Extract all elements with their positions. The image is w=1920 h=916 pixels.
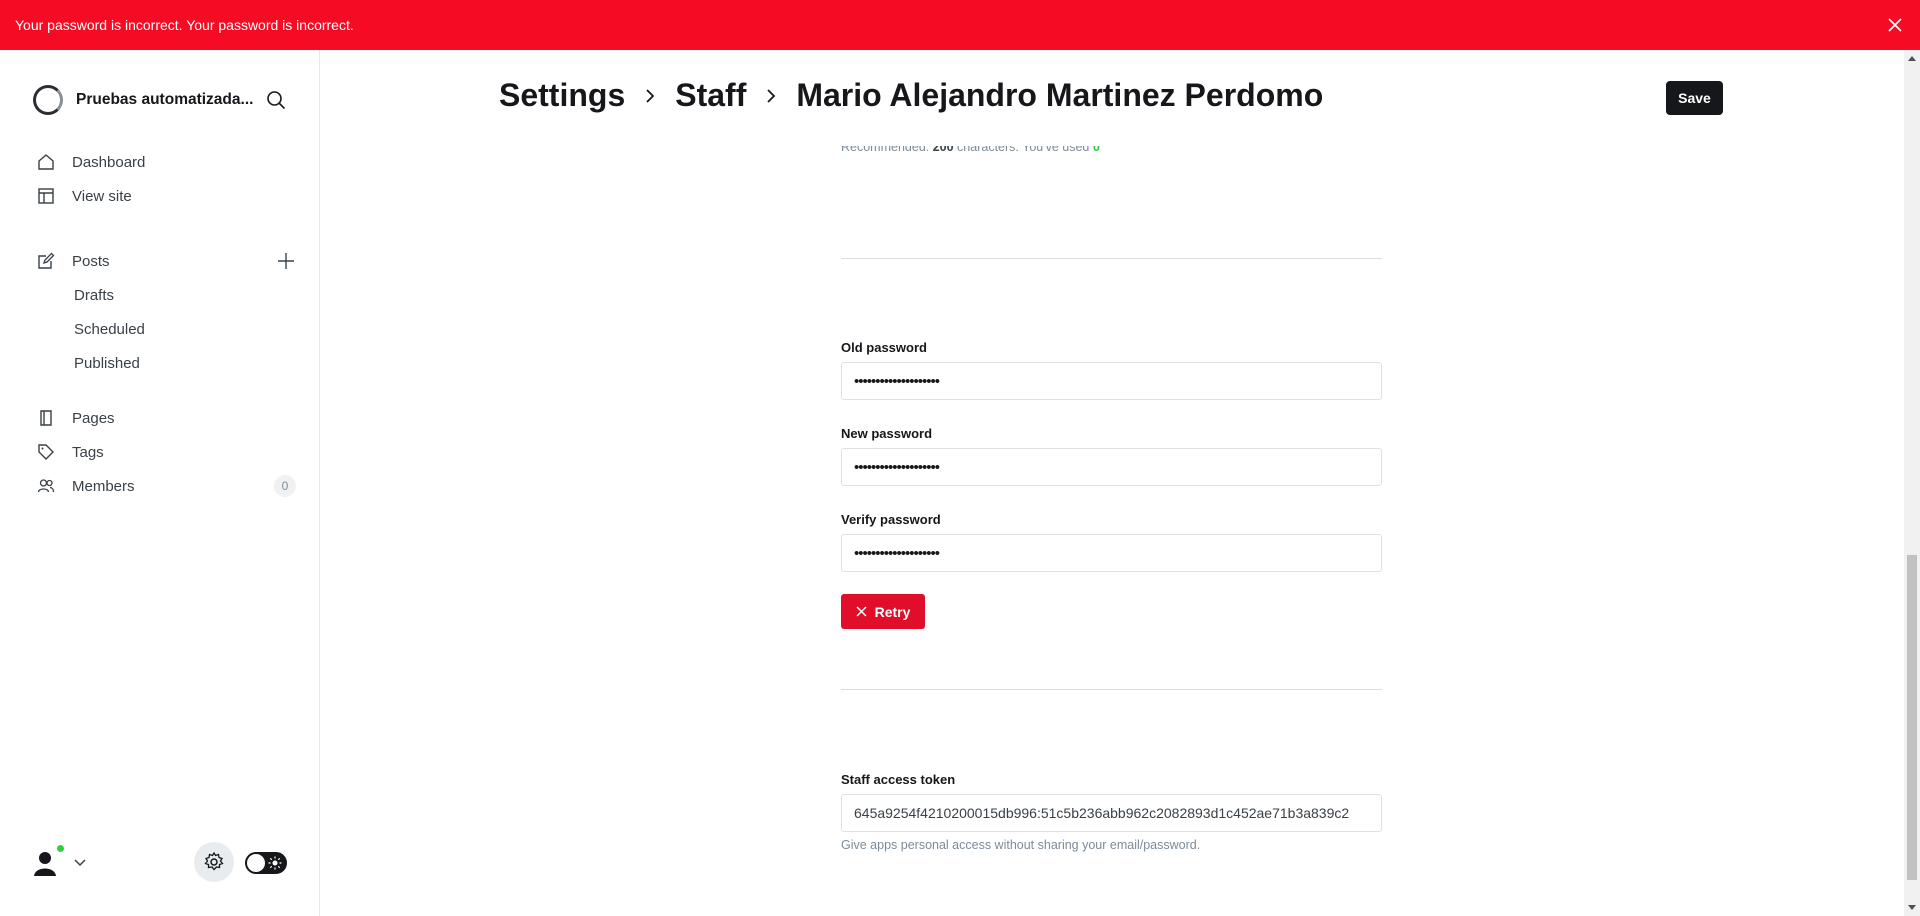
main-content: Recommended: 200 characters. You've used… — [321, 50, 1904, 916]
breadcrumb-settings[interactable]: Settings — [499, 77, 625, 114]
page-title: Mario Alejandro Martinez Perdomo — [796, 77, 1324, 113]
members-count-badge: 0 — [274, 475, 296, 497]
edit-icon — [36, 251, 56, 271]
online-status-dot — [55, 843, 66, 854]
scroll-down-icon[interactable] — [1904, 900, 1920, 916]
chevron-down-icon[interactable] — [72, 854, 88, 870]
section-divider — [841, 689, 1382, 690]
secondary-nav: Pages Tags Members 0 — [36, 401, 296, 503]
sidebar-item-label: View site — [72, 187, 132, 205]
sidebar-item-label: Dashboard — [72, 153, 146, 171]
site-title[interactable]: Pruebas automatizada... — [76, 91, 264, 109]
staff-token-field[interactable]: 645a9254f4210200015db996:51c5b236abb962c… — [841, 794, 1382, 832]
sun-icon — [268, 856, 282, 870]
verify-password-label: Verify password — [841, 512, 941, 527]
add-post-icon[interactable] — [276, 251, 296, 271]
sidebar-item-label: Tags — [72, 443, 104, 461]
sidebar-item-label: Drafts — [74, 286, 115, 304]
site-logo[interactable] — [33, 85, 63, 115]
posts-nav: Posts Drafts Scheduled Published — [36, 244, 296, 380]
tag-icon — [36, 442, 56, 462]
new-password-field[interactable]: •••••••••••••••••••• — [841, 448, 1382, 486]
chevron-right-icon — [639, 85, 661, 107]
alert-close-icon[interactable] — [1885, 15, 1905, 35]
sidebar-item-posts[interactable]: Posts — [36, 244, 296, 278]
page-header: Settings Staff Mario Alejandro Martinez … — [321, 50, 1904, 146]
toggle-knob — [247, 854, 265, 872]
home-icon — [36, 152, 56, 172]
staff-token-label: Staff access token — [841, 772, 956, 787]
user-bar — [30, 842, 292, 882]
verify-password-field[interactable]: •••••••••••••••••••• — [841, 534, 1382, 572]
chevron-right-icon — [760, 85, 782, 107]
sidebar-item-tags[interactable]: Tags — [36, 435, 296, 469]
site-header: Pruebas automatizada... — [33, 85, 288, 115]
sidebar-item-drafts[interactable]: Drafts — [36, 278, 296, 312]
retry-label: Retry — [874, 603, 911, 620]
scroll-up-icon[interactable] — [1904, 50, 1920, 66]
sidebar-item-view-site[interactable]: View site — [36, 179, 296, 213]
sidebar-item-scheduled[interactable]: Scheduled — [36, 312, 296, 346]
staff-token-help: Give apps personal access without sharin… — [841, 838, 1201, 852]
sidebar-item-label: Posts — [72, 252, 110, 270]
scrollbar-thumb[interactable] — [1907, 555, 1917, 880]
error-alert-bar: Your password is incorrect. Your passwor… — [0, 0, 1920, 50]
sidebar-item-pages[interactable]: Pages — [36, 401, 296, 435]
old-password-label: Old password — [841, 340, 927, 355]
sidebar-item-label: Published — [74, 354, 140, 372]
settings-gear-icon[interactable] — [194, 842, 234, 882]
primary-nav: Dashboard View site — [36, 145, 296, 213]
sidebar-item-published[interactable]: Published — [36, 346, 296, 380]
dark-mode-toggle[interactable] — [245, 852, 287, 874]
sidebar-item-label: Pages — [72, 409, 115, 427]
breadcrumb: Settings Staff Mario Alejandro Martinez … — [499, 77, 1323, 114]
retry-button[interactable]: Retry — [841, 594, 925, 629]
layout-icon — [36, 186, 56, 206]
sidebar-item-label: Members — [72, 477, 135, 495]
save-button[interactable]: Save — [1666, 81, 1723, 115]
new-password-label: New password — [841, 426, 933, 441]
sidebar-item-label: Scheduled — [74, 320, 145, 338]
scrollbar[interactable] — [1904, 50, 1920, 916]
search-icon[interactable] — [264, 88, 288, 112]
old-password-field[interactable]: •••••••••••••••••••• — [841, 362, 1382, 400]
page-icon — [36, 408, 56, 428]
section-divider — [841, 258, 1382, 259]
avatar[interactable] — [30, 848, 60, 878]
sidebar-item-members[interactable]: Members 0 — [36, 469, 296, 503]
close-icon — [856, 606, 867, 617]
breadcrumb-staff[interactable]: Staff — [675, 77, 746, 114]
members-icon — [36, 476, 56, 496]
sidebar-item-dashboard[interactable]: Dashboard — [36, 145, 296, 179]
alert-message: Your password is incorrect. Your passwor… — [15, 17, 354, 33]
sidebar: Pruebas automatizada... Dashboard View s… — [0, 50, 320, 916]
